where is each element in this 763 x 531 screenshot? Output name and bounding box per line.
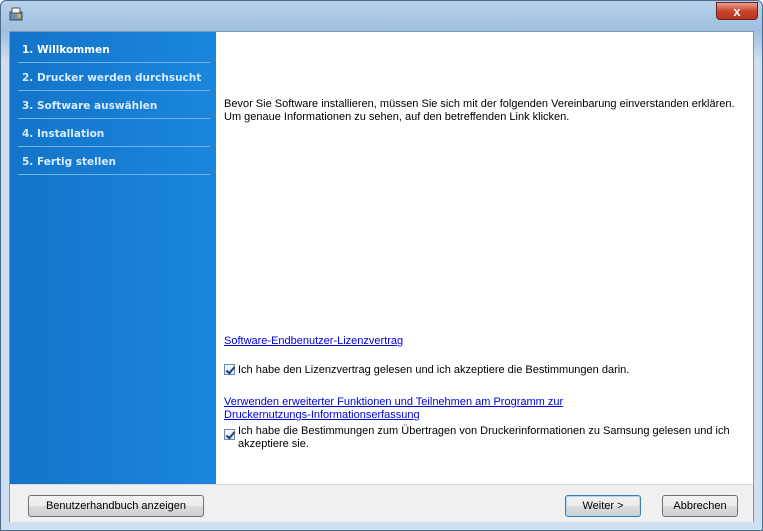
main-panel: Bevor Sie Software installieren, müssen … bbox=[216, 32, 753, 484]
step-installation: 4. Installation bbox=[18, 121, 210, 147]
step-welcome: 1. Willkommen bbox=[18, 37, 210, 63]
installer-window: x 1. Willkommen 2. Drucker werden durchs… bbox=[0, 0, 763, 531]
step-finish: 5. Fertig stellen bbox=[18, 149, 210, 175]
license-accept-label: Ich habe den Lizenzvertrag gelesen und i… bbox=[238, 364, 630, 376]
usage-accept-checkbox[interactable] bbox=[224, 429, 235, 440]
show-manual-button[interactable]: Benutzerhandbuch anzeigen bbox=[28, 495, 204, 517]
button-bar: Benutzerhandbuch anzeigen Weiter > Abbre… bbox=[10, 484, 753, 522]
intro-text: Bevor Sie Software installieren, müssen … bbox=[224, 98, 735, 123]
usage-accept-label: Ich habe die Bestimmungen zum Übertragen… bbox=[238, 425, 730, 450]
step-select-software: 3. Software auswählen bbox=[18, 93, 210, 119]
installer-app-icon bbox=[9, 7, 23, 21]
step-search-printers: 2. Drucker werden durchsucht bbox=[18, 65, 210, 91]
steps-sidebar: 1. Willkommen 2. Drucker werden durchsuc… bbox=[10, 32, 216, 484]
title-bar[interactable]: x bbox=[1, 1, 762, 31]
close-button[interactable]: x bbox=[716, 2, 758, 20]
dialog-client-area: 1. Willkommen 2. Drucker werden durchsuc… bbox=[9, 31, 754, 522]
cancel-button[interactable]: Abbrechen bbox=[662, 495, 738, 517]
next-button[interactable]: Weiter > bbox=[565, 495, 641, 517]
usage-program-link[interactable]: Verwenden erweiterter Funktionen und Tei… bbox=[224, 396, 624, 422]
license-agreement-link[interactable]: Software-Endbenutzer-Lizenzvertrag bbox=[224, 335, 403, 348]
license-accept-checkbox[interactable] bbox=[224, 364, 235, 375]
